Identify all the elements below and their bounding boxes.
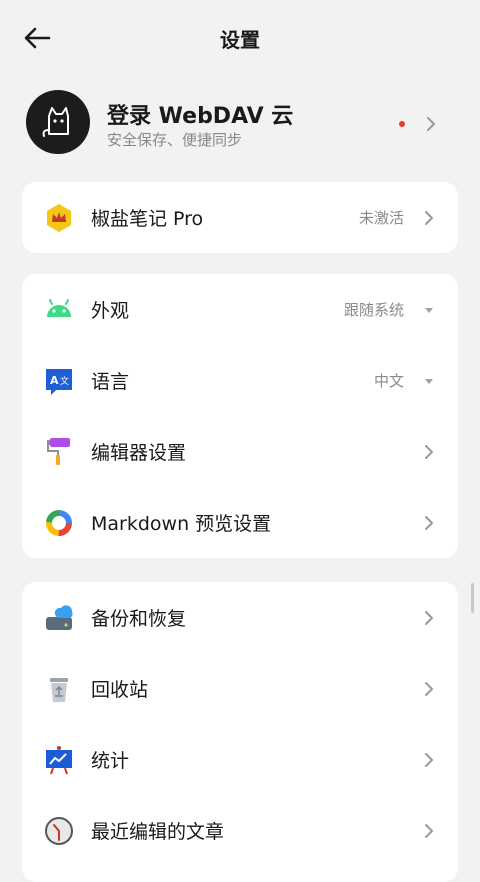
webdav-login-row[interactable]: 登录 WebDAV 云 安全保存、便捷同步 [0,76,480,172]
chevron-right-icon [425,211,433,225]
language-label: 语言 [91,371,130,393]
pro-status: 未激活 [358,209,404,227]
top-bar: 设置 [0,0,480,76]
chevron-right-icon [425,753,433,767]
translate-icon: A 文 [46,369,72,395]
pro-label: 椒盐笔记 Pro [91,208,204,230]
svg-text:A: A [50,374,59,387]
recycle-bin-row[interactable]: 回收站 [22,653,458,724]
pro-card: 椒盐笔记 Pro 未激活 [22,182,458,253]
language-value: 中文 [373,372,404,390]
cloud-drive-icon [46,605,73,630]
notification-dot [399,121,405,127]
chevron-right-icon [425,445,433,459]
appearance-settings-card: 外观 跟随系统 A 文 语言 中文 编辑器设置 Markdown 预览设置 [22,274,458,558]
recycle-bin-label: 回收站 [91,679,149,701]
data-settings-card: 备份和恢复 回收站 统计 最近编辑的文章 [22,582,458,882]
account-subtitle: 安全保存、便捷同步 [107,131,243,149]
dropdown-triangle-icon [425,308,433,313]
statistics-row[interactable]: 统计 [22,724,458,795]
statistics-label: 统计 [91,750,130,772]
chevron-right-icon [425,824,433,838]
chevron-right-icon [427,117,435,131]
avatar [26,90,90,154]
language-row[interactable]: A 文 语言 中文 [22,345,458,416]
dropdown-triangle-icon [425,379,433,384]
backup-restore-row[interactable]: 备份和恢复 [22,582,458,653]
recently-edited-label: 最近编辑的文章 [91,821,225,843]
chevron-right-icon [425,682,433,696]
page-title: 设置 [220,28,260,52]
appearance-row[interactable]: 外观 跟随系统 [22,274,458,345]
backup-restore-label: 备份和恢复 [91,608,187,630]
appearance-label: 外观 [91,300,130,322]
pro-row[interactable]: 椒盐笔记 Pro 未激活 [22,182,458,253]
markdown-preview-settings-row[interactable]: Markdown 预览设置 [22,487,458,558]
paint-roller-icon [47,438,70,465]
recently-edited-row[interactable]: 最近编辑的文章 [22,795,458,866]
cat-icon [42,107,69,137]
crown-badge-icon [47,204,71,232]
scrollbar[interactable] [471,583,474,613]
color-ring-icon [46,510,72,536]
editor-settings-label: 编辑器设置 [91,442,187,464]
chevron-right-icon [425,516,433,530]
chevron-right-icon [425,611,433,625]
recycle-bin-icon [50,678,68,702]
svg-text:文: 文 [60,375,69,387]
clock-icon [45,817,73,845]
account-title: 登录 WebDAV 云 [107,104,294,129]
android-icon [47,299,71,317]
editor-settings-row[interactable]: 编辑器设置 [22,416,458,487]
appearance-value: 跟随系统 [343,301,404,319]
chart-board-icon [46,746,72,775]
markdown-preview-settings-label: Markdown 预览设置 [91,513,272,535]
